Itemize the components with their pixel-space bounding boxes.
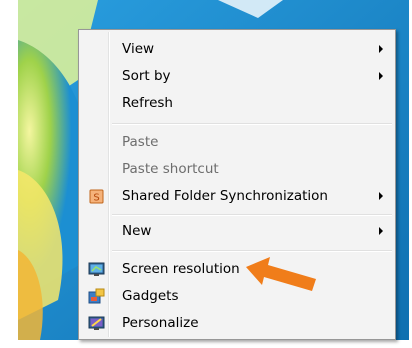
menu-item-label: New [122,223,152,239]
menu-item-view[interactable]: View [81,36,393,63]
menu-item-label: Screen resolution [122,261,240,277]
menu-item-personalize[interactable]: Personalize [81,310,393,337]
menu-item-label: Refresh [122,95,173,111]
menu-item-label: Paste [122,134,159,150]
menu-separator [112,123,392,125]
menu-separator [112,214,392,216]
orange-arrow-icon [246,257,316,291]
menu-item-sort-by[interactable]: Sort by [81,63,393,90]
menu-item-gadgets[interactable]: Gadgets [81,283,393,310]
desktop-context-menu: View Sort by Refresh Paste Paste shortcu… [78,29,396,340]
submenu-arrow-icon [379,72,383,80]
menu-item-new[interactable]: New [81,218,393,245]
submenu-arrow-icon [379,192,383,200]
sync-folder-icon: S [89,189,104,204]
menu-item-paste-shortcut: Paste shortcut [81,156,393,183]
gadgets-icon [88,288,105,304]
menu-item-label: Shared Folder Synchronization [122,188,328,204]
submenu-arrow-icon [379,45,383,53]
personalize-icon [88,316,105,330]
svg-text:S: S [93,193,99,204]
menu-item-label: View [122,41,155,57]
monitor-icon [88,262,105,276]
submenu-arrow-icon [379,227,383,235]
menu-item-paste: Paste [81,129,393,156]
menu-item-label: Paste shortcut [122,161,219,177]
menu-separator [112,250,392,252]
menu-item-screen-resolution[interactable]: Screen resolution [81,256,393,283]
menu-item-refresh[interactable]: Refresh [81,90,393,117]
menu-item-label: Personalize [122,315,199,331]
menu-item-label: Sort by [122,68,171,84]
menu-item-label: Gadgets [122,288,179,304]
menu-item-shared-folder-sync[interactable]: S Shared Folder Synchronization [81,183,393,210]
